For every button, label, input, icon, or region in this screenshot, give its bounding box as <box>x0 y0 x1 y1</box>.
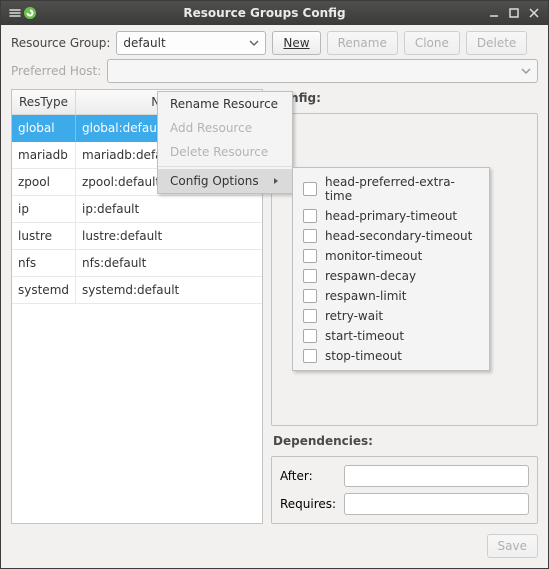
cell-restype: zpool <box>12 169 76 195</box>
checkbox-icon <box>303 209 317 223</box>
cell-restype: global <box>12 115 76 141</box>
main-area: ResType Name globalglobal:defaultmariadb… <box>1 89 548 530</box>
config-option-label: start-timeout <box>325 329 404 343</box>
chevron-right-icon <box>272 177 280 185</box>
config-option-item[interactable]: respawn-decay <box>293 266 489 286</box>
chevron-down-icon <box>521 66 531 76</box>
toolbar-row-1: Resource Group: default New Rename Clone… <box>1 25 548 57</box>
cell-name: nfs:default <box>76 250 262 276</box>
resource-group-select[interactable]: default <box>116 31 266 55</box>
dependencies-box: After: Requires: <box>271 456 538 524</box>
requires-label: Requires: <box>280 497 336 511</box>
requires-input[interactable] <box>344 493 529 515</box>
cell-restype: nfs <box>12 250 76 276</box>
minimize-icon[interactable] <box>486 5 502 21</box>
menu-config-options[interactable]: Config Options <box>158 169 292 193</box>
checkbox-icon <box>303 182 317 196</box>
checkbox-icon <box>303 309 317 323</box>
footer: Save <box>1 530 548 568</box>
menu-delete-resource[interactable]: Delete Resource <box>158 140 292 164</box>
config-option-item[interactable]: stop-timeout <box>293 346 489 366</box>
menu-add-resource[interactable]: Add Resource <box>158 116 292 140</box>
config-option-item[interactable]: respawn-limit <box>293 286 489 306</box>
config-option-item[interactable]: start-timeout <box>293 326 489 346</box>
table-row[interactable]: ipip:default <box>12 196 262 223</box>
cell-restype: mariadb <box>12 142 76 168</box>
cell-name: ip:default <box>76 196 262 222</box>
toolbar-row-2: Preferred Host: <box>1 57 548 89</box>
checkbox-icon <box>303 289 317 303</box>
clone-button[interactable]: Clone <box>404 31 460 55</box>
after-input[interactable] <box>344 465 529 487</box>
window: Resource Groups Config Resource Group: d… <box>0 0 549 569</box>
config-option-label: retry-wait <box>325 309 383 323</box>
window-menu-icon[interactable] <box>7 5 23 21</box>
rename-button[interactable]: Rename <box>327 31 398 55</box>
config-option-label: head-preferred-extra-time <box>325 175 479 203</box>
chevron-down-icon <box>249 38 259 48</box>
maximize-icon[interactable] <box>506 5 522 21</box>
config-option-label: respawn-decay <box>325 269 416 283</box>
checkbox-icon <box>303 269 317 283</box>
cell-restype: lustre <box>12 223 76 249</box>
app-icon <box>23 6 37 20</box>
cell-name: lustre:default <box>76 223 262 249</box>
preferred-host-label: Preferred Host: <box>11 64 101 78</box>
window-title: Resource Groups Config <box>43 6 486 20</box>
config-option-label: head-primary-timeout <box>325 209 457 223</box>
cell-name: systemd:default <box>76 277 262 303</box>
table-row[interactable]: systemdsystemd:default <box>12 277 262 304</box>
config-option-item[interactable]: head-primary-timeout <box>293 206 489 226</box>
checkbox-icon <box>303 249 317 263</box>
delete-button[interactable]: Delete <box>466 31 527 55</box>
config-label: Config: <box>271 89 538 107</box>
preferred-host-select[interactable] <box>107 59 538 83</box>
cell-restype: systemd <box>12 277 76 303</box>
save-button[interactable]: Save <box>487 534 538 558</box>
new-button[interactable]: New <box>272 31 320 55</box>
config-option-item[interactable]: head-secondary-timeout <box>293 226 489 246</box>
titlebar: Resource Groups Config <box>1 1 548 25</box>
menu-separator <box>158 166 292 167</box>
config-option-label: monitor-timeout <box>325 249 422 263</box>
table-row[interactable]: lustrelustre:default <box>12 223 262 250</box>
menu-rename-resource[interactable]: Rename Resource <box>158 92 292 116</box>
close-icon[interactable] <box>526 5 542 21</box>
config-option-label: respawn-limit <box>325 289 406 303</box>
config-options-submenu: head-preferred-extra-time head-primary-ti… <box>292 167 490 371</box>
after-label: After: <box>280 469 336 483</box>
table-row[interactable]: nfsnfs:default <box>12 250 262 277</box>
config-option-label: head-secondary-timeout <box>325 229 472 243</box>
dependencies-label: Dependencies: <box>271 432 538 450</box>
col-header-restype[interactable]: ResType <box>12 90 76 114</box>
config-option-item[interactable]: retry-wait <box>293 306 489 326</box>
config-option-item[interactable]: monitor-timeout <box>293 246 489 266</box>
resource-group-label: Resource Group: <box>11 36 110 50</box>
config-option-item[interactable]: head-preferred-extra-time <box>293 172 489 206</box>
context-menu: Rename Resource Add Resource Delete Reso… <box>157 91 293 194</box>
cell-restype: ip <box>12 196 76 222</box>
config-option-label: stop-timeout <box>325 349 402 363</box>
resource-group-value: default <box>123 36 165 50</box>
checkbox-icon <box>303 229 317 243</box>
checkbox-icon <box>303 329 317 343</box>
checkbox-icon <box>303 349 317 363</box>
